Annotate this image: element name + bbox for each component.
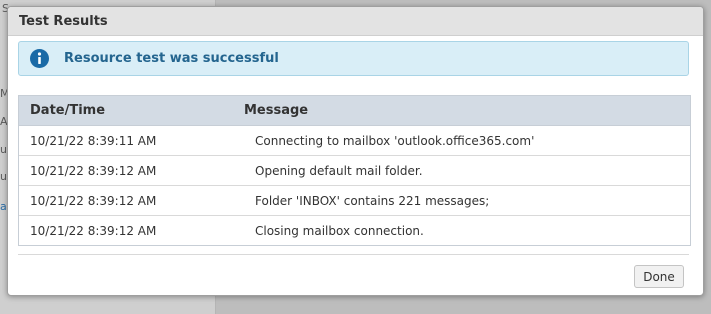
cell-datetime: 10/21/22 8:39:12 AM	[30, 193, 157, 208]
alert-message: Resource test was successful	[64, 51, 279, 66]
footer-divider	[18, 254, 689, 255]
dialog-title: Test Results	[19, 13, 108, 29]
cell-message: Connecting to mailbox 'outlook.office365…	[255, 133, 535, 148]
cell-datetime: 10/21/22 8:39:12 AM	[30, 223, 157, 238]
success-alert: Resource test was successful	[18, 41, 689, 76]
table-header: Date/Time Message	[19, 96, 690, 126]
column-header-datetime: Date/Time	[30, 103, 106, 118]
info-icon	[30, 49, 49, 68]
table-row: 10/21/22 8:39:12 AM Opening default mail…	[19, 156, 690, 186]
background-text: u	[0, 170, 7, 183]
results-table: Date/Time Message 10/21/22 8:39:11 AM Co…	[18, 95, 691, 246]
cell-datetime: 10/21/22 8:39:12 AM	[30, 163, 157, 178]
table-row: 10/21/22 8:39:11 AM Connecting to mailbo…	[19, 126, 690, 156]
table-row: 10/21/22 8:39:12 AM Closing mailbox conn…	[19, 216, 690, 245]
test-results-dialog: Test Results Resource test was successfu…	[7, 6, 704, 296]
background-text: u	[0, 143, 7, 156]
cell-datetime: 10/21/22 8:39:11 AM	[30, 133, 157, 148]
cell-message: Folder 'INBOX' contains 221 messages;	[255, 193, 490, 208]
background-link: a	[0, 200, 7, 213]
cell-message: Closing mailbox connection.	[255, 223, 424, 238]
cell-message: Opening default mail folder.	[255, 163, 423, 178]
done-button[interactable]: Done	[634, 265, 684, 288]
table-row: 10/21/22 8:39:12 AM Folder 'INBOX' conta…	[19, 186, 690, 216]
column-header-message: Message	[244, 103, 309, 118]
dialog-header: Test Results	[8, 7, 703, 36]
